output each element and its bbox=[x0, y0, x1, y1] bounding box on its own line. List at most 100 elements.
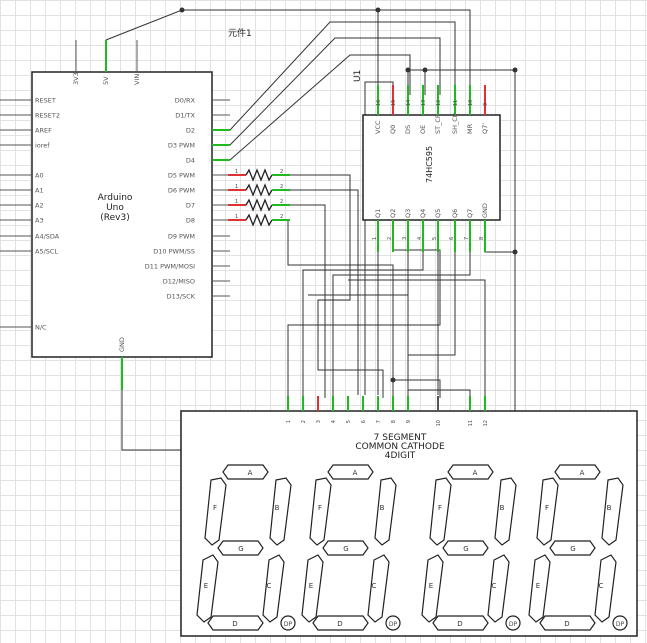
shift-register-top-pin-name: DS bbox=[404, 125, 412, 134]
shift-register-part: 74HC595 bbox=[425, 146, 434, 183]
arduino-left-pin-label: A4/SDA bbox=[35, 233, 60, 241]
arduino-right-pin-label: D6 PWM bbox=[168, 187, 195, 195]
display-pin-label: 4 bbox=[331, 420, 337, 423]
shift-register-bottom-pin-name: Q3 bbox=[404, 209, 412, 218]
segment-label: F bbox=[213, 504, 217, 512]
wire-q2 bbox=[287, 235, 441, 398]
resistor-body bbox=[245, 198, 273, 212]
resistors: 1 21 21 21 2 bbox=[228, 168, 290, 227]
segment-label: E bbox=[204, 582, 208, 590]
segment-label: B bbox=[275, 504, 280, 512]
segment-label: G bbox=[570, 545, 575, 553]
arduino-title-line: Uno bbox=[106, 203, 124, 213]
shift-register-bottom-pin-name: Q4 bbox=[419, 209, 427, 218]
shift-register-top-pin-num: 11 bbox=[453, 100, 459, 106]
wire-r2 bbox=[288, 189, 359, 395]
arduino-left-pin-label: A5/SCL bbox=[35, 248, 58, 256]
segment bbox=[554, 464, 601, 480]
resistor-pin2-label: 2 bbox=[280, 199, 283, 205]
wire-extra bbox=[393, 379, 441, 398]
arduino-left-pin-label: ioref bbox=[35, 142, 50, 150]
component-label: 元件1 bbox=[228, 27, 252, 39]
segment-label: A bbox=[580, 469, 585, 477]
shift-register-top-pin-name: OE bbox=[419, 125, 427, 134]
segment-label: D bbox=[337, 620, 342, 628]
shift-register-bottom-pin-num: 4 bbox=[417, 237, 423, 240]
arduino-right-pin-label: D13/SCK bbox=[167, 293, 196, 301]
resistor: 12 bbox=[228, 213, 290, 227]
segment-label: D bbox=[232, 620, 237, 628]
arduino-uno[interactable]: 3V3 5V VIN RESET RESET2 AREF ioref A0 A1 A2 A3 A4/… bbox=[0, 40, 230, 390]
arduino-left-pin-label: A3 bbox=[35, 217, 44, 225]
segment-label: E bbox=[429, 582, 433, 590]
arduino-right-pin-label: D0/RX bbox=[175, 97, 196, 105]
shift-register-top-pin-name: ST_CP bbox=[434, 114, 442, 134]
shift-register-top-pin-name: Q7' bbox=[481, 123, 489, 134]
arduino-pin-gnd: GND bbox=[118, 337, 126, 352]
display-pin-label: 11 bbox=[468, 420, 474, 426]
shift-register-bottom-pin-num: 5 bbox=[432, 237, 438, 240]
shift-register-bottom-pin-num: 7 bbox=[464, 237, 470, 240]
arduino-right-pin-label: D11 PWM/MOSI bbox=[145, 263, 195, 271]
segment-label: F bbox=[318, 504, 322, 512]
resistor: 12 bbox=[228, 183, 290, 197]
resistor-pin1-label: 1 bbox=[235, 169, 238, 175]
arduino-left-pin-label: AREF bbox=[35, 127, 52, 135]
decimal-point-label: DP bbox=[616, 621, 625, 628]
display-pin-label: 12 bbox=[483, 420, 489, 426]
arduino-right-pin-label: D12/MISO bbox=[163, 278, 195, 286]
arduino-title-line: Arduino bbox=[98, 193, 133, 203]
resistor-pin2-label: 2 bbox=[280, 214, 283, 220]
segment-label: B bbox=[607, 504, 612, 512]
shift-register-bottom-pin-num: 8 bbox=[479, 237, 485, 240]
shift-register-ref: U1 bbox=[353, 70, 363, 82]
wire-r3 bbox=[288, 204, 326, 398]
shift-register-top-pin-num: 14 bbox=[406, 100, 412, 106]
segment-label: A bbox=[248, 469, 253, 477]
arduino-right-pin-label: D9 PWM bbox=[168, 233, 195, 241]
display-pin-label: 10 bbox=[436, 420, 442, 426]
schematic-canvas: 3V3 5V VIN RESETRESET2AREFiorefA0A1A2A3A4/… bbox=[0, 7, 638, 637]
wire-q6 bbox=[407, 235, 456, 398]
display-pin-label: 9 bbox=[406, 420, 412, 423]
segment-label: C bbox=[372, 582, 377, 590]
shift-register-74hc595[interactable]: U1 74HC595 16VCC15Q014DS13OE12ST_CP11SH_… bbox=[353, 70, 501, 252]
wire-q4 bbox=[302, 235, 424, 398]
segment-label: F bbox=[545, 504, 549, 512]
arduino-right-pin-label: D3 PWM bbox=[168, 142, 195, 150]
arduino-left-pin-label: A2 bbox=[35, 202, 44, 210]
segment-label: C bbox=[267, 582, 272, 590]
shift-register-top-pin-num: 16 bbox=[376, 100, 382, 106]
shift-register-top-pin-name: SH_CP bbox=[451, 113, 459, 134]
segment-label: A bbox=[353, 469, 358, 477]
resistor-body bbox=[245, 213, 273, 227]
shift-register-top-pin-name: Q0 bbox=[389, 125, 397, 134]
shift-register-bottom-pin-name: Q5 bbox=[434, 209, 442, 218]
segment bbox=[222, 464, 269, 480]
shift-register-top-pin-num: 15 bbox=[391, 100, 397, 106]
shift-register-top-pin-num: 9 bbox=[483, 103, 489, 106]
segment-label: C bbox=[599, 582, 604, 590]
arduino-top-pin-label: VIN bbox=[133, 74, 141, 85]
seven-segment-display[interactable]: 1 2 3 4 5 6 7 8 9 10 11 12 7 SEGMENT COMMON CATHODE 4… bbox=[180, 396, 638, 637]
shift-register-top-pin-num: 13 bbox=[421, 100, 427, 106]
shift-register-bottom-pin-name: Q7 bbox=[466, 209, 474, 218]
display-pin-label: 1 bbox=[286, 420, 292, 423]
arduino-right-pin-label: D10 PWM/SS bbox=[153, 248, 195, 256]
arduino-top-pin-label: 3V3 bbox=[72, 72, 80, 85]
display-pin-label: 8 bbox=[391, 420, 397, 423]
resistor-pin2-label: 2 bbox=[280, 169, 283, 175]
display-pin-label: 7 bbox=[376, 420, 382, 423]
segment-label: D bbox=[564, 620, 569, 628]
arduino-right-pin-label: D8 bbox=[186, 217, 195, 225]
shift-register-bottom-pin-name: Q2 bbox=[389, 209, 397, 218]
resistor: 12 bbox=[228, 168, 290, 182]
shift-register-bottom-pin-num: 2 bbox=[387, 237, 393, 240]
wire-q7 bbox=[332, 235, 471, 398]
segment-label: B bbox=[380, 504, 385, 512]
segment-label: B bbox=[500, 504, 505, 512]
display-pin-label: 6 bbox=[361, 420, 367, 423]
segment-label: E bbox=[309, 582, 313, 590]
resistor: 12 bbox=[228, 198, 290, 212]
decimal-point-label: DP bbox=[389, 621, 398, 628]
